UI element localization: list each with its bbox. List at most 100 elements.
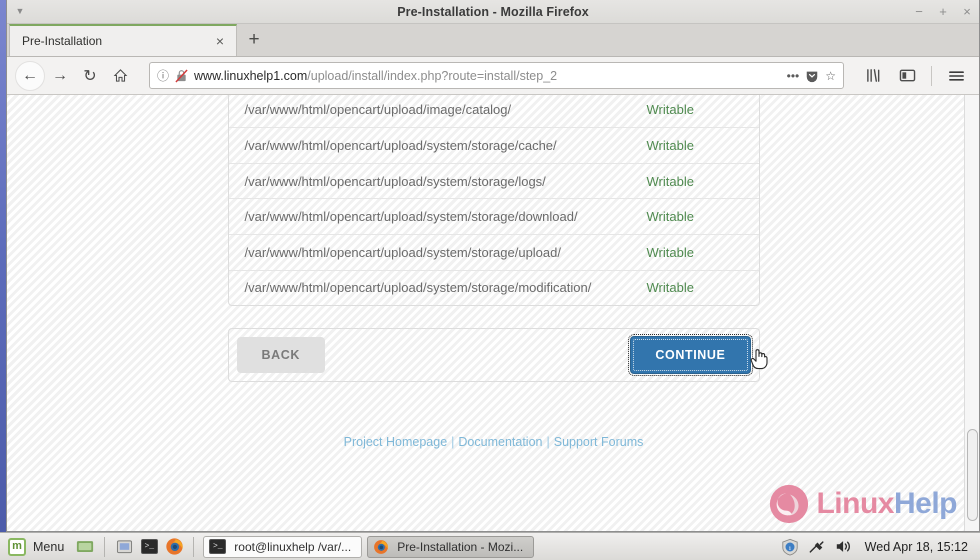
new-tab-button[interactable]: + xyxy=(237,24,271,56)
toolbar-divider xyxy=(931,65,932,86)
system-tray: i Wed Apr 18, 15:12 xyxy=(781,538,974,556)
navigation-toolbar: ← → ↻ ⓘ www.linuxhelp1.com/upload/instal… xyxy=(7,57,979,95)
linuxhelp-logo-icon xyxy=(770,484,809,524)
permission-path: /var/www/html/opencart/upload/image/cata… xyxy=(244,102,512,118)
home-glyph xyxy=(113,69,127,82)
update-shield-icon[interactable]: i xyxy=(781,538,799,556)
linux-mint-icon: m xyxy=(8,537,26,556)
continue-button-wrap: CONTINUE xyxy=(628,334,768,377)
url-host: www.linuxhelp1.com xyxy=(194,68,308,83)
reload-icon[interactable]: ↻ xyxy=(75,61,105,91)
watermark-text: LinuxHelp xyxy=(816,489,957,519)
permission-status: Writable xyxy=(646,280,694,296)
back-icon[interactable]: ← xyxy=(15,60,45,91)
close-button[interactable]: × xyxy=(962,5,972,18)
url-text[interactable]: www.linuxhelp1.com/upload/install/index.… xyxy=(194,69,781,83)
page-footer-links: Project Homepage | Documentation | Support F… xyxy=(228,435,760,449)
firefox-glyph xyxy=(166,538,183,555)
permission-status: Writable xyxy=(646,102,694,118)
volume-icon[interactable] xyxy=(835,539,853,554)
permission-status: Writable xyxy=(646,173,694,189)
url-bar[interactable]: ⓘ www.linuxhelp1.com/upload/install/inde… xyxy=(149,62,844,89)
linuxhelp-watermark: LinuxHelp xyxy=(768,483,958,525)
link-documentation[interactable]: Documentation xyxy=(458,435,542,449)
desktop: ▼ Pre-Installation - Mozilla Firefox − +… xyxy=(0,0,980,560)
permission-path: /var/www/html/opencart/upload/system/sto… xyxy=(244,244,562,260)
maximize-button[interactable]: + xyxy=(938,5,948,18)
window-title: Pre-Installation - Mozilla Firefox xyxy=(397,4,589,19)
window-button-label: Pre-Installation - Mozi... xyxy=(397,539,524,554)
home-icon[interactable] xyxy=(105,61,135,91)
terminal-icon: >_ xyxy=(209,539,227,554)
permission-path: /var/www/html/opencart/upload/system/sto… xyxy=(244,173,546,189)
taskbar-window-firefox[interactable]: Pre-Installation - Mozi... xyxy=(367,535,535,558)
show-desktop-icon[interactable] xyxy=(75,537,95,557)
menu-label: Menu xyxy=(33,539,65,554)
network-icon[interactable] xyxy=(808,539,826,555)
wizard-button-bar: BACK CONTINUE xyxy=(227,328,768,383)
table-row: /var/www/html/opencart/upload/system/sto… xyxy=(228,269,759,306)
toolbar-end xyxy=(854,61,971,91)
watermark-linux: Linux xyxy=(816,487,894,520)
show-desktop-glyph xyxy=(77,540,94,552)
footer-separator: | xyxy=(451,435,455,450)
caret-down-icon[interactable]: ▼ xyxy=(7,7,33,16)
permissions-panel: /var/www/html/opencart/upload/image/cach… xyxy=(227,95,760,307)
permission-path: /var/www/html/opencart/upload/system/sto… xyxy=(244,209,578,225)
terminal-glyph: >_ xyxy=(140,539,158,554)
page-container: /var/www/html/opencart/upload/image/cach… xyxy=(227,95,768,449)
library-icon[interactable] xyxy=(858,61,888,91)
continue-button[interactable]: CONTINUE xyxy=(628,334,753,377)
sidebar-glyph xyxy=(899,69,915,82)
forward-icon[interactable]: → xyxy=(45,61,75,91)
vertical-scrollbar[interactable] xyxy=(964,95,979,531)
permission-row-list: /var/www/html/opencart/upload/image/cach… xyxy=(228,95,759,306)
taskbar-menu-button[interactable]: m Menu xyxy=(6,537,70,556)
files-icon[interactable] xyxy=(114,537,134,557)
firefox-icon[interactable] xyxy=(164,537,184,557)
table-row: /var/www/html/opencart/upload/system/sto… xyxy=(228,198,759,234)
firefox-icon xyxy=(374,539,389,554)
taskbar-window-terminal[interactable]: >_ root@linuxhelp /var/... xyxy=(203,535,363,558)
tab-strip: Pre-Installation × + xyxy=(7,24,979,57)
taskbar-clock[interactable]: Wed Apr 18, 15:12 xyxy=(865,540,968,554)
files-glyph xyxy=(116,539,132,553)
tab-label: Pre-Installation xyxy=(22,34,103,48)
link-support-forums[interactable]: Support Forums xyxy=(554,435,644,449)
info-circle-icon[interactable]: ⓘ xyxy=(157,67,169,84)
library-glyph xyxy=(866,69,879,82)
table-row: /var/www/html/opencart/upload/image/cata… xyxy=(229,95,759,127)
footer-separator: | xyxy=(546,435,550,450)
scrollbar-thumb[interactable] xyxy=(967,429,978,521)
permission-status: Writable xyxy=(646,244,694,260)
window-controls: − + × xyxy=(914,5,979,18)
url-path: /upload/install/index.php?route=install/… xyxy=(307,68,558,83)
window-button-label: root@linuxhelp /var/... xyxy=(234,539,352,554)
table-row: /var/www/html/opencart/upload/system/sto… xyxy=(228,162,759,199)
pocket-shield-icon[interactable] xyxy=(805,69,819,83)
mouse-cursor-hand-icon xyxy=(750,349,768,370)
hamburger-glyph xyxy=(948,70,964,81)
taskbar-divider xyxy=(104,536,106,557)
table-row: /var/www/html/opencart/upload/system/sto… xyxy=(228,127,759,163)
svg-text:i: i xyxy=(789,544,791,551)
permission-status: Writable xyxy=(646,137,694,153)
firefox-window: ▼ Pre-Installation - Mozilla Firefox − +… xyxy=(6,0,980,532)
hamburger-menu-icon[interactable] xyxy=(941,61,971,91)
window-titlebar: ▼ Pre-Installation - Mozilla Firefox − +… xyxy=(7,0,979,24)
sidebar-toggle-icon[interactable] xyxy=(892,61,922,91)
permission-path: /var/www/html/opencart/upload/system/sto… xyxy=(244,137,557,153)
bookmark-star-icon[interactable]: ☆ xyxy=(825,69,836,83)
permission-path: /var/www/html/opencart/upload/system/sto… xyxy=(244,280,592,296)
close-icon[interactable]: × xyxy=(212,34,228,48)
permission-status: Writable xyxy=(646,209,694,225)
link-project-homepage[interactable]: Project Homepage xyxy=(344,435,448,449)
crossed-out-lock-icon[interactable] xyxy=(175,68,188,83)
page-actions-icon[interactable]: ••• xyxy=(787,69,800,83)
minimize-button[interactable]: − xyxy=(914,5,924,18)
back-button[interactable]: BACK xyxy=(236,337,326,374)
terminal-icon[interactable]: >_ xyxy=(139,537,159,557)
table-row: /var/www/html/opencart/upload/system/sto… xyxy=(228,233,759,270)
tab-pre-installation[interactable]: Pre-Installation × xyxy=(9,24,237,56)
page-viewport: /var/www/html/opencart/upload/image/cach… xyxy=(7,95,979,531)
